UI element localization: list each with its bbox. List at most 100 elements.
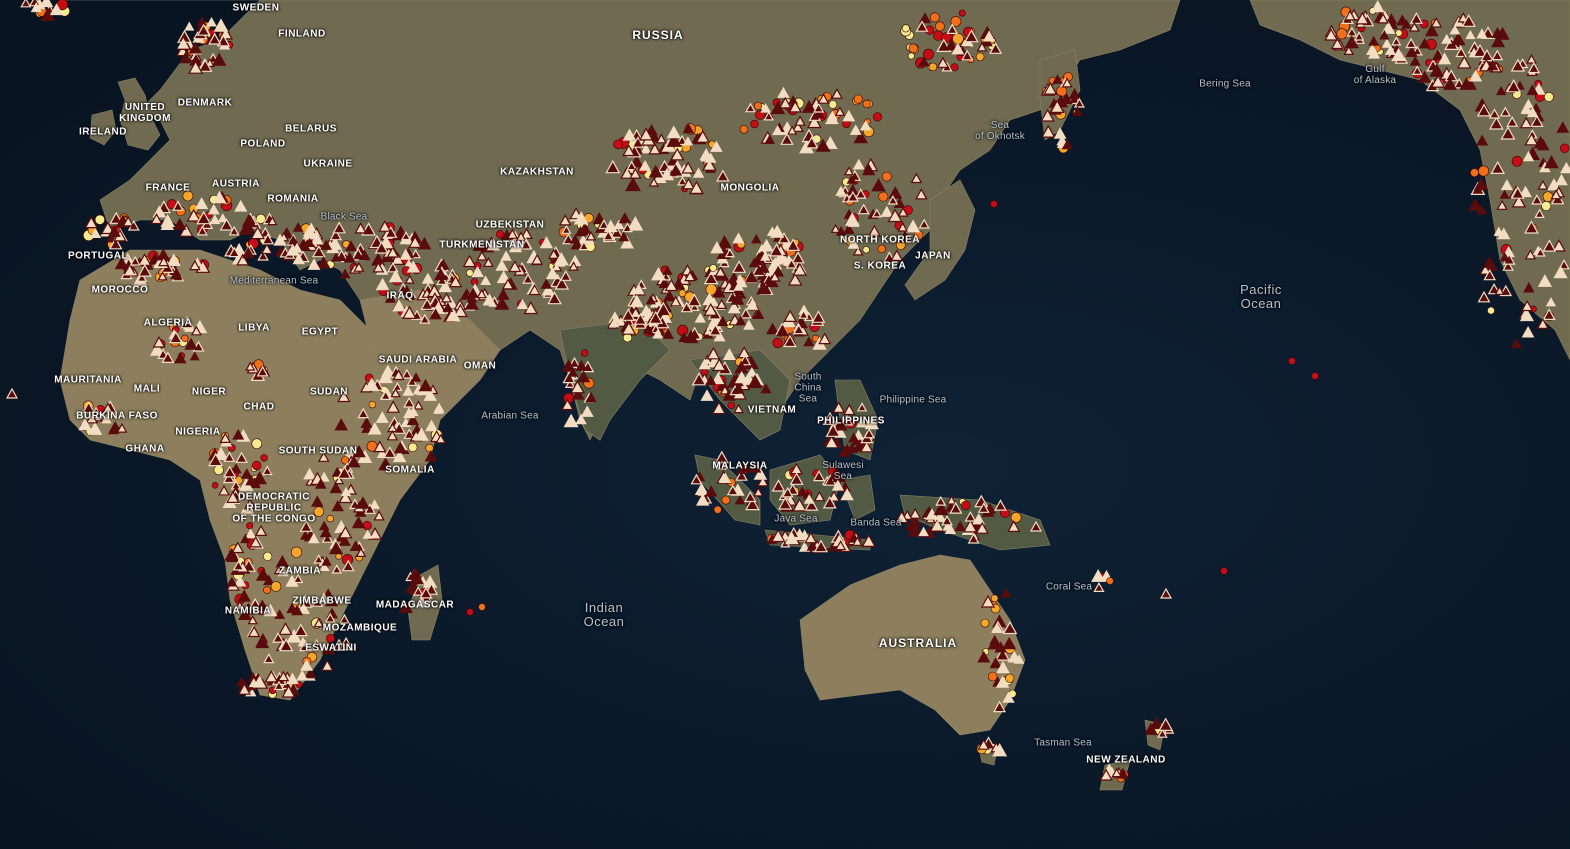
hazard-triangle-marker[interactable]: [694, 312, 706, 323]
hazard-triangle-marker[interactable]: [1511, 338, 1522, 349]
hazard-triangle-marker[interactable]: [1526, 53, 1537, 64]
hazard-triangle-marker[interactable]: [830, 223, 841, 233]
hazard-triangle-marker[interactable]: [856, 402, 868, 412]
hazard-point-marker[interactable]: [335, 552, 343, 560]
hazard-triangle-marker[interactable]: [1409, 12, 1424, 24]
hazard-point-marker[interactable]: [1005, 673, 1015, 683]
hazard-triangle-marker[interactable]: [495, 259, 509, 271]
hazard-point-marker[interactable]: [853, 94, 863, 104]
hazard-triangle-marker[interactable]: [722, 348, 737, 360]
hazard-triangle-marker[interactable]: [731, 260, 747, 273]
hazard-triangle-marker[interactable]: [433, 402, 445, 413]
hazard-triangle-marker[interactable]: [751, 234, 762, 244]
hazard-point-marker[interactable]: [465, 269, 474, 277]
hazard-point-marker[interactable]: [580, 349, 589, 357]
hazard-triangle-marker[interactable]: [1409, 55, 1421, 66]
hazard-point-marker[interactable]: [181, 334, 189, 342]
hazard-point-marker[interactable]: [425, 443, 434, 453]
hazard-point-marker[interactable]: [862, 99, 871, 109]
hazard-triangle-marker[interactable]: [1531, 194, 1543, 205]
hazard-triangle-marker[interactable]: [410, 372, 422, 382]
hazard-point-marker[interactable]: [263, 551, 273, 562]
hazard-triangle-marker[interactable]: [1381, 38, 1393, 48]
hazard-point-marker[interactable]: [678, 289, 687, 298]
hazard-point-marker[interactable]: [878, 191, 889, 202]
hazard-point-marker[interactable]: [721, 495, 731, 505]
hazard-point-marker[interactable]: [713, 505, 722, 514]
hazard-triangle-marker[interactable]: [1499, 106, 1511, 117]
hazard-point-marker[interactable]: [750, 119, 759, 129]
hazard-point-marker[interactable]: [1544, 92, 1554, 102]
hazard-triangle-marker[interactable]: [307, 258, 321, 270]
hazard-triangle-marker[interactable]: [1488, 108, 1501, 119]
hazard-triangle-marker[interactable]: [522, 273, 534, 284]
hazard-triangle-marker[interactable]: [257, 633, 269, 643]
hazard-point-marker[interactable]: [1010, 512, 1022, 523]
hazard-point-marker[interactable]: [881, 171, 892, 182]
hazard-triangle-marker[interactable]: [732, 232, 745, 244]
hazard-triangle-marker[interactable]: [1093, 581, 1105, 593]
hazard-triangle-marker[interactable]: [1465, 29, 1476, 40]
hazard-triangle-marker[interactable]: [329, 481, 343, 494]
hazard-point-marker[interactable]: [1311, 372, 1319, 380]
hazard-triangle-marker[interactable]: [1495, 85, 1507, 96]
hazard-triangle-marker[interactable]: [331, 564, 343, 574]
hazard-triangle-marker[interactable]: [496, 288, 510, 300]
hazard-triangle-marker[interactable]: [476, 250, 488, 261]
hazard-triangle-marker[interactable]: [1468, 198, 1483, 211]
hazard-triangle-marker[interactable]: [1521, 325, 1535, 338]
hazard-triangle-marker[interactable]: [1500, 126, 1516, 140]
hazard-point-marker[interactable]: [975, 52, 985, 62]
hazard-point-marker[interactable]: [326, 514, 334, 523]
hazard-triangle-marker[interactable]: [974, 494, 989, 508]
hazard-triangle-marker[interactable]: [739, 307, 752, 319]
hazard-triangle-marker[interactable]: [993, 700, 1007, 713]
hazard-triangle-marker[interactable]: [254, 524, 268, 537]
hazard-triangle-marker[interactable]: [842, 403, 856, 416]
hazard-triangle-marker[interactable]: [909, 507, 922, 519]
hazard-point-marker[interactable]: [213, 464, 224, 476]
hazard-triangle-marker[interactable]: [388, 269, 403, 283]
hazard-triangle-marker[interactable]: [1488, 116, 1504, 130]
hazard-triangle-marker[interactable]: [743, 490, 757, 503]
hazard-triangle-marker[interactable]: [1441, 33, 1453, 44]
hazard-triangle-marker[interactable]: [861, 533, 877, 548]
hazard-triangle-marker[interactable]: [954, 520, 966, 532]
hazard-triangle-marker[interactable]: [296, 669, 309, 681]
hazard-triangle-marker[interactable]: [1002, 620, 1018, 635]
hazard-triangle-marker[interactable]: [173, 217, 187, 230]
hazard-triangle-marker[interactable]: [480, 275, 492, 285]
hazard-point-marker[interactable]: [270, 581, 282, 592]
hazard-point-marker[interactable]: [907, 52, 915, 60]
hazard-triangle-marker[interactable]: [1391, 36, 1402, 46]
hazard-point-marker[interactable]: [709, 264, 718, 272]
hazard-triangle-marker[interactable]: [1002, 636, 1017, 650]
hazard-point-marker[interactable]: [408, 442, 418, 452]
hazard-point-marker[interactable]: [1478, 165, 1490, 177]
map-view[interactable]: SWEDEN FINLAND RUSSIA UNITED KINGDOM IRE…: [0, 0, 1570, 849]
hazard-triangle-marker[interactable]: [1523, 282, 1535, 293]
hazard-triangle-marker[interactable]: [1477, 290, 1491, 303]
hazard-triangle-marker[interactable]: [189, 351, 200, 361]
hazard-triangle-marker[interactable]: [716, 169, 730, 182]
hazard-triangle-marker[interactable]: [771, 479, 786, 492]
hazard-triangle-marker[interactable]: [207, 203, 220, 215]
hazard-triangle-marker[interactable]: [1506, 116, 1519, 127]
hazard-triangle-marker[interactable]: [1000, 587, 1012, 598]
hazard-point-marker[interactable]: [727, 401, 735, 410]
hazard-point-marker[interactable]: [901, 24, 910, 33]
hazard-point-marker[interactable]: [958, 9, 966, 17]
hazard-triangle-marker[interactable]: [780, 132, 794, 145]
hazard-triangle-marker[interactable]: [318, 520, 330, 531]
hazard-triangle-marker[interactable]: [915, 188, 928, 200]
hazard-point-marker[interactable]: [1395, 29, 1403, 37]
hazard-triangle-marker[interactable]: [752, 486, 764, 497]
hazard-triangle-marker[interactable]: [1536, 317, 1550, 329]
hazard-point-marker[interactable]: [1559, 143, 1570, 154]
hazard-triangle-marker[interactable]: [1545, 297, 1557, 307]
hazard-triangle-marker[interactable]: [830, 87, 843, 99]
hazard-point-marker[interactable]: [877, 244, 886, 254]
hazard-triangle-marker[interactable]: [1523, 98, 1534, 108]
hazard-triangle-marker[interactable]: [580, 405, 594, 417]
hazard-triangle-marker[interactable]: [558, 214, 572, 226]
